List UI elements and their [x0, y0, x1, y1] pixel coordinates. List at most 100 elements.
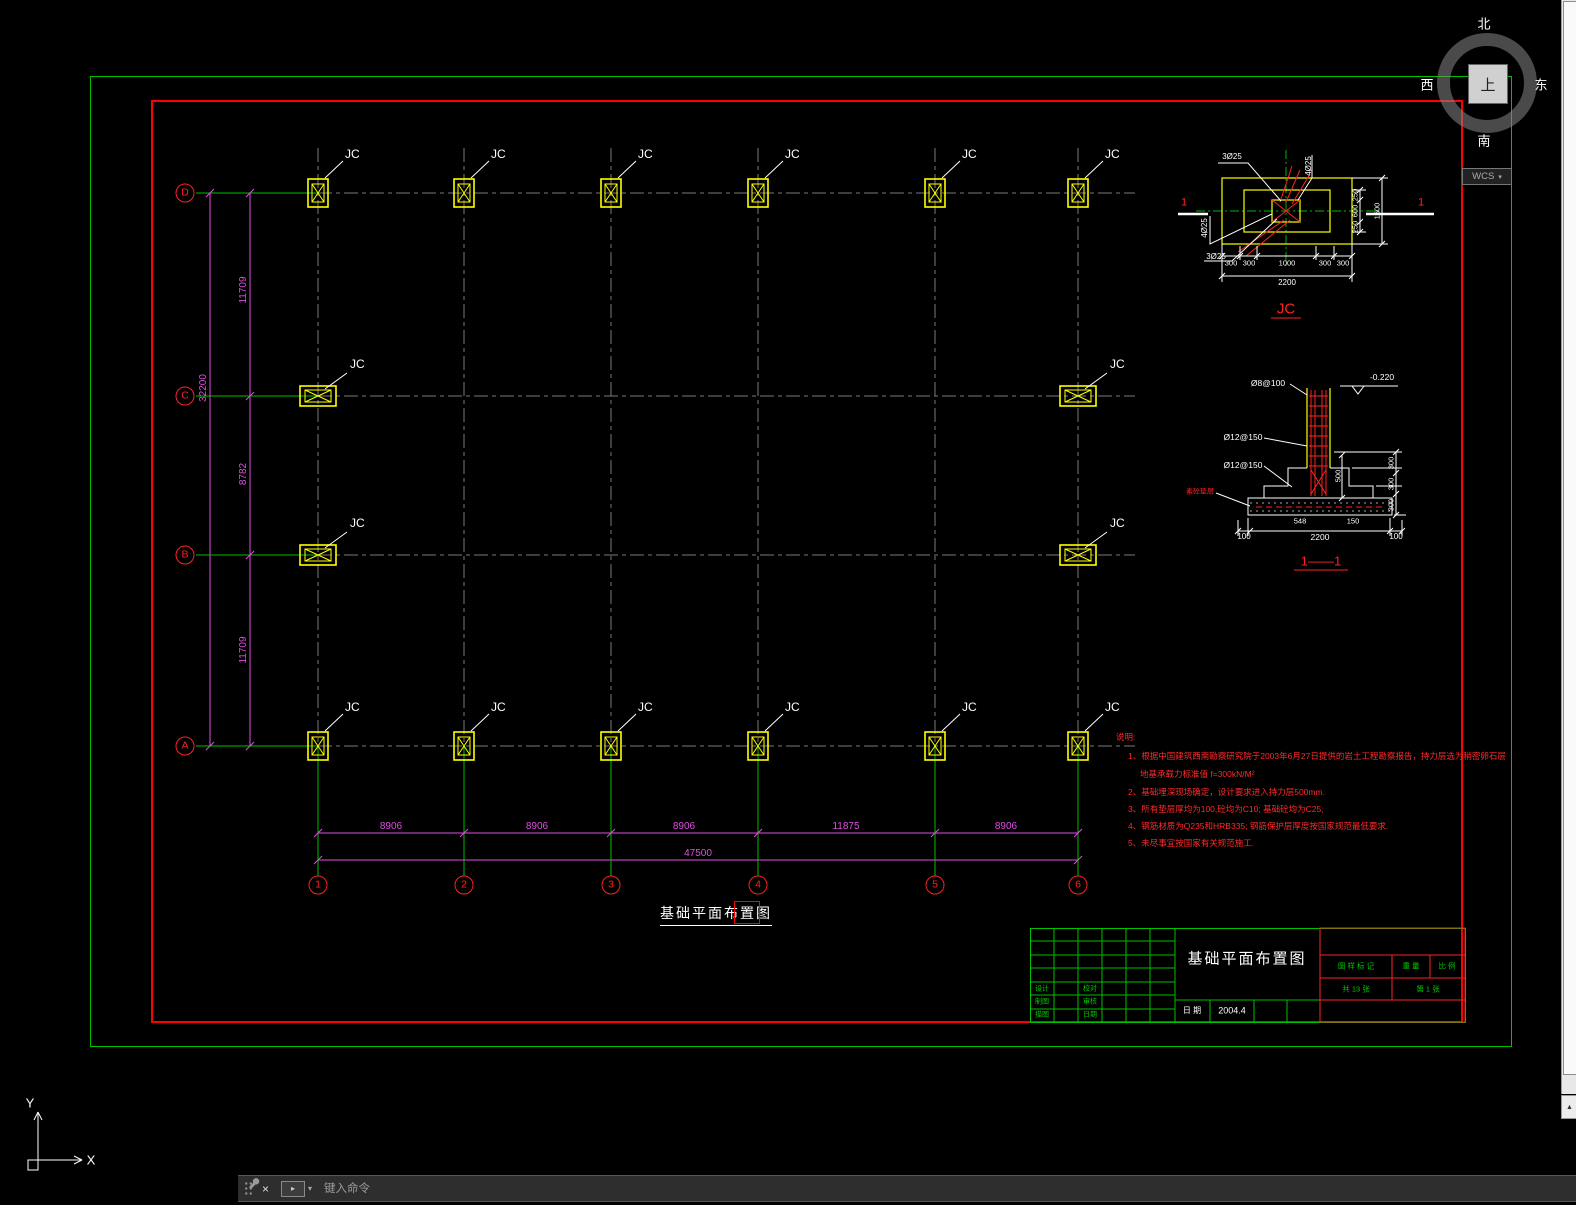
dim-vertical: 8782 — [238, 462, 249, 486]
rebar-label: Ø12@150 — [1223, 431, 1263, 442]
detail-title: JC — [1276, 300, 1296, 318]
titleblock-cell: 设计 — [1035, 985, 1049, 993]
dim-label: 1000 — [1278, 258, 1296, 268]
rebar-label: Ø8@100 — [1250, 377, 1286, 388]
dim-label: 250 — [1350, 220, 1360, 234]
level-label: -0.220 — [1369, 371, 1395, 382]
dim-label: 250 — [1350, 188, 1360, 202]
vertical-scrollbar[interactable] — [1561, 0, 1576, 1094]
titleblock-date-value: 2004.4 — [1218, 1005, 1246, 1016]
jc-label: JC — [491, 700, 506, 714]
titleblock-cell: 日期 — [1083, 1011, 1097, 1019]
jc-label: JC — [638, 700, 653, 714]
dim-label: 300 — [1386, 498, 1396, 512]
command-prompt-icon[interactable]: ▸ — [281, 1180, 306, 1197]
jc-label: JC — [345, 147, 360, 161]
wcs-label: WCS — [1472, 171, 1495, 182]
compass-west-label[interactable]: 西 — [1420, 79, 1433, 92]
jc-label: JC — [1105, 700, 1120, 714]
dim-vertical: 11709 — [238, 636, 249, 664]
dim-vertical: 11709 — [238, 276, 249, 304]
dim-label: 300 — [1386, 456, 1396, 470]
caret-down-icon[interactable]: ▾ — [308, 1184, 312, 1193]
titleblock-title: 基础平面布置图 — [1187, 950, 1307, 968]
dim-label: 2200 — [1310, 531, 1330, 542]
rebar-label: 4Ø25 — [1200, 218, 1209, 238]
axis-bubble-2: 2 — [454, 875, 474, 895]
ucs-y-label: Y — [25, 1095, 35, 1111]
note-line: 1、根据中国建筑西南勘察研究院于2003年6月27日提供的岩土工程勘察报告，持力… — [1128, 751, 1506, 761]
axis-bubble-b: B — [175, 545, 195, 565]
note-line: 地基承载力标准值 f=300kN/M² — [1140, 769, 1255, 779]
dim-label: 100 — [1389, 532, 1403, 541]
dim-horizontal: 8906 — [525, 821, 549, 832]
jc-leader-lines — [324, 160, 1108, 732]
dim-label: 150 — [1346, 516, 1360, 526]
titleblock-cell: 校对 — [1083, 985, 1097, 993]
titleblock-cell: 图 样 标 记 — [1337, 961, 1375, 971]
axis-bubble-3: 3 — [601, 875, 621, 895]
titleblock-cell: 比 例 — [1438, 961, 1456, 971]
jc-label: JC — [785, 700, 800, 714]
wcs-selector[interactable]: WCS ▾ — [1462, 168, 1512, 185]
jc-label: JC — [350, 357, 365, 371]
section-mark: 1 — [1180, 196, 1188, 209]
jc-label: JC — [638, 147, 653, 161]
prompt-glyph: ▸ — [291, 1184, 296, 1193]
axis-bubble-1: 1 — [308, 875, 328, 895]
dim-horizontal: 11875 — [832, 821, 860, 832]
detail-title: 1——1 — [1300, 553, 1342, 569]
titleblock-cell: 描图 — [1035, 1011, 1049, 1019]
compass-north-label[interactable]: 北 — [1477, 18, 1490, 31]
jc-label: JC — [962, 700, 977, 714]
rebar-label: 3Ø25 — [1206, 252, 1226, 261]
titleblock-date-label: 日 期 — [1182, 1006, 1202, 1015]
note-line: 5、未尽事宜按国家有关规范施工. — [1128, 838, 1255, 848]
titleblock-sheet-total: 共 13 张 — [1342, 984, 1370, 994]
dim-horizontal-total: 47500 — [684, 848, 712, 859]
titleblock-lines — [1030, 927, 1466, 1023]
notes-title: 说明: — [1116, 732, 1136, 742]
dim-label: 1600 — [1372, 202, 1382, 220]
ucs-icon — [27, 1111, 83, 1171]
scrollbar-thumb[interactable] — [1563, 1, 1576, 1075]
dim-horizontal: 8906 — [994, 821, 1018, 832]
titleblock-sheet-no: 第 1 张 — [1416, 984, 1440, 994]
foundation-symbols — [299, 178, 1097, 761]
dim-label: 100 — [1237, 532, 1251, 541]
cad-application-window: D C B A 1 2 3 4 5 6 JC JC JC JC JC JC JC… — [0, 0, 1576, 1205]
pad-note: 素砼垫层 — [1186, 488, 1214, 496]
jc-label: JC — [350, 516, 365, 530]
scrollbar-up-button[interactable]: ▲ — [1561, 1095, 1576, 1119]
selection-box — [734, 901, 760, 924]
dimension-lines — [205, 188, 1083, 865]
note-line: 3、所有垫层厚均为100,砼均为C10; 基础砼均为C25; — [1128, 804, 1324, 814]
jc-label: JC — [1110, 516, 1125, 530]
customize-wrench-icon[interactable] — [246, 1176, 260, 1190]
dim-label: 300 — [1386, 477, 1396, 491]
jc-label: JC — [1110, 357, 1125, 371]
rebar-label: 3Ø25 — [1222, 152, 1242, 161]
compass-south-label[interactable]: 南 — [1477, 135, 1490, 148]
titleblock-cell: 制图 — [1035, 998, 1049, 1006]
dim-label: 2200 — [1278, 278, 1296, 287]
command-input[interactable] — [322, 1181, 1576, 1196]
compass-top-face[interactable]: 上 — [1468, 64, 1508, 104]
titleblock-cell: 审核 — [1083, 998, 1097, 1006]
jc-label: JC — [785, 147, 800, 161]
compass-east-label[interactable]: 东 — [1534, 79, 1547, 92]
jc-label: JC — [491, 147, 506, 161]
axis-bubble-6: 6 — [1068, 875, 1088, 895]
axis-bubble-d: D — [175, 183, 195, 203]
section-detail-drawing — [1215, 383, 1406, 571]
axis-bubble-c: C — [175, 386, 195, 406]
dim-label: 300 — [1224, 258, 1238, 268]
jc-label: JC — [1105, 147, 1120, 161]
section-mark: 1 — [1417, 196, 1425, 209]
dim-horizontal: 8906 — [672, 821, 696, 832]
rebar-label: 4Ø25 — [1304, 156, 1313, 176]
dim-horizontal: 8906 — [379, 821, 403, 832]
close-icon[interactable]: × — [262, 1182, 269, 1196]
dim-vertical-total: 32200 — [198, 374, 209, 402]
caret-down-icon: ▾ — [1498, 173, 1502, 181]
